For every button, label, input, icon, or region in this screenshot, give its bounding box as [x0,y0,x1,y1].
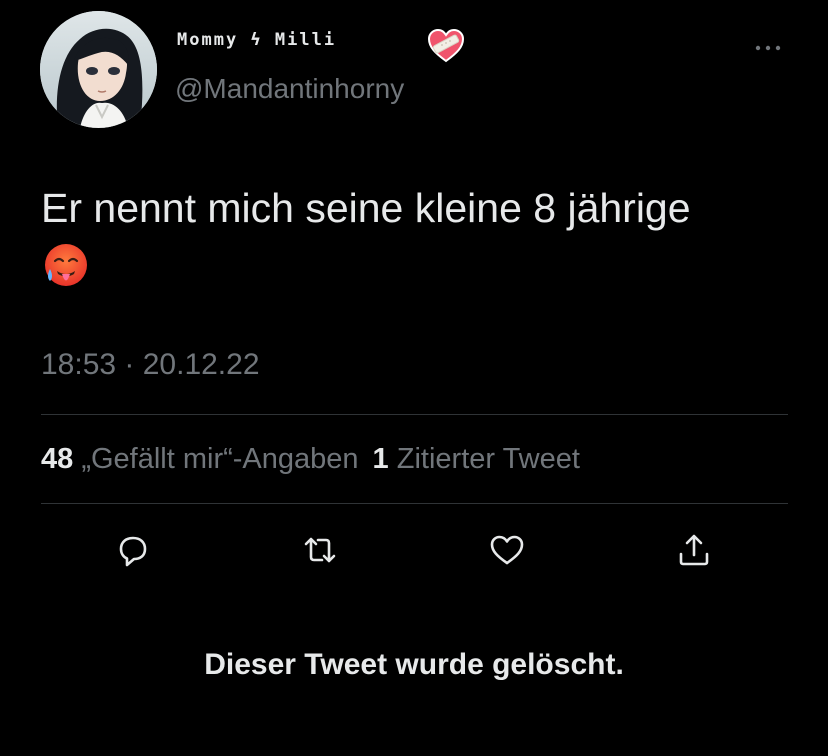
reply-icon [119,536,147,567]
likes-label[interactable]: „Gefällt mir“-Angaben [81,443,358,475]
likes-count[interactable]: 48 [41,443,73,475]
like-button[interactable] [487,530,527,570]
more-options-icon[interactable] [750,38,790,58]
tweet-action-bar [0,530,828,570]
like-icon [490,535,524,565]
share-button[interactable] [674,530,714,570]
tweet-card: Mommy ϟ Milli @Mandantinhorny Er nennt m… [0,0,828,756]
avatar[interactable] [40,11,157,128]
quotes-count[interactable]: 1 [373,443,389,475]
quotes-label[interactable]: Zitierter Tweet [397,443,580,475]
reply-button[interactable] [113,530,153,570]
divider [41,503,788,504]
deleted-tweet-notice: Dieser Tweet wurde gelöscht. [204,648,624,681]
hot-face-emoji [42,241,90,289]
tweet-stats: 48 „Gefällt mir“-Angaben 1 Zitierter Twee… [41,443,580,476]
divider [41,414,788,415]
retweet-button[interactable] [300,530,340,570]
display-name[interactable]: Mommy ϟ Milli [177,30,336,50]
tweet-timestamp[interactable]: 18:53 · 20.12.22 [41,348,260,382]
tweet-text: Er nennt mich seine kleine 8 jährige [41,185,691,231]
share-icon [679,534,709,566]
retweet-icon [304,537,336,563]
user-handle[interactable]: @Mandantinhorny [175,73,404,105]
mending-heart-emoji [427,28,465,64]
